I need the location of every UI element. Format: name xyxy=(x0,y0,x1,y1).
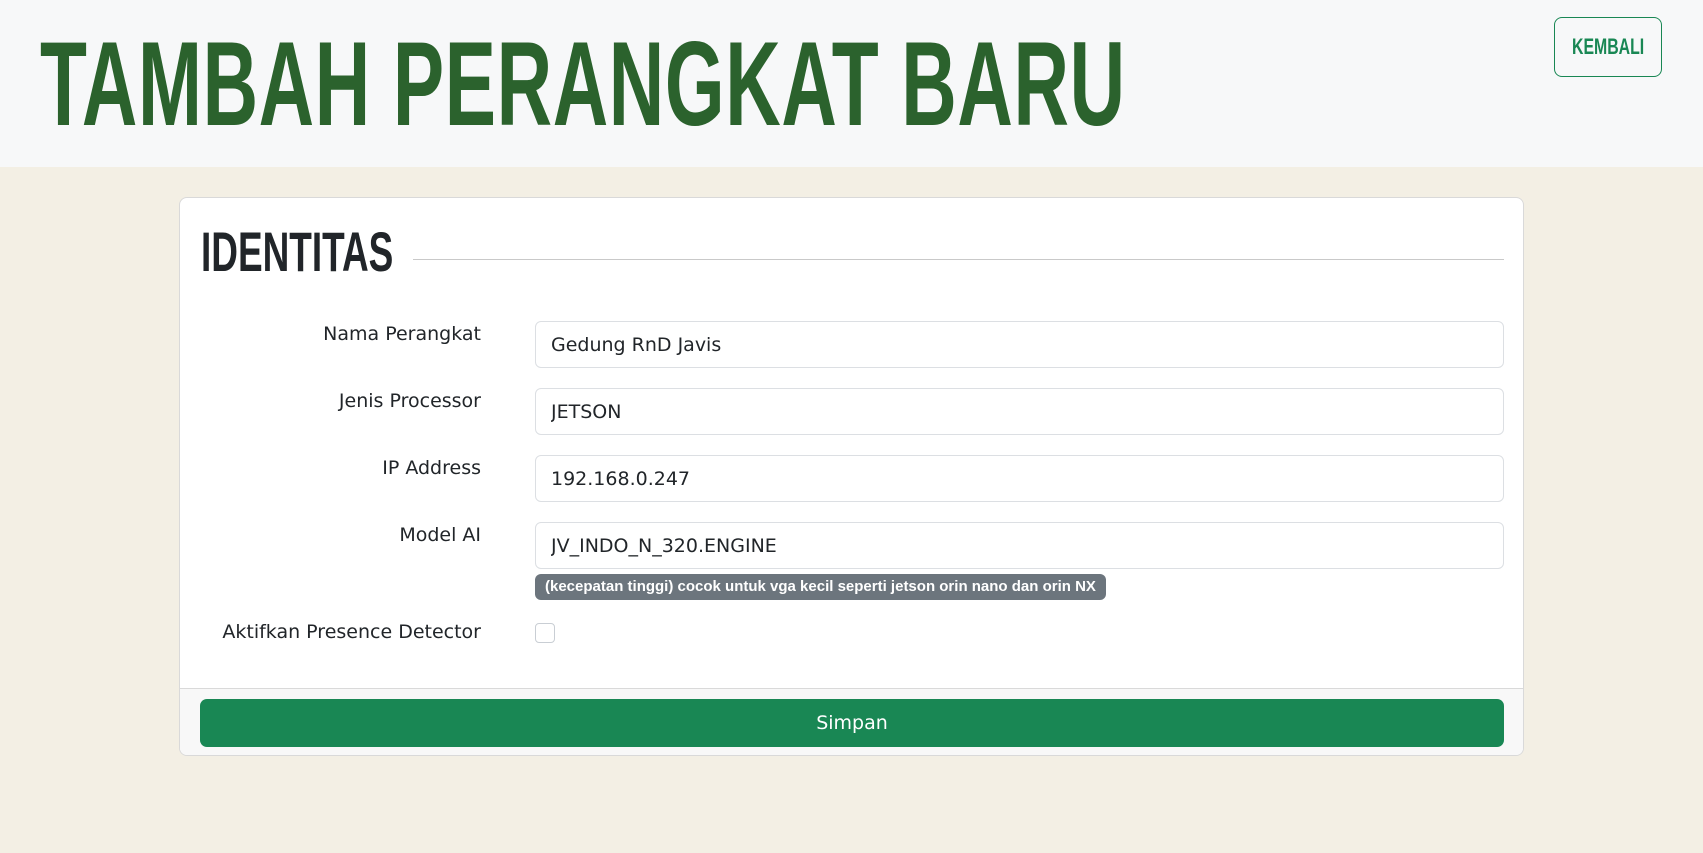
model-ai-label: Model AI xyxy=(399,524,481,546)
device-name-label: Nama Perangkat xyxy=(323,323,481,345)
page-title: TAMBAH PERANGKAT BARU xyxy=(40,17,1126,151)
presence-detector-label: Aktifkan Presence Detector xyxy=(222,621,481,643)
section-title: IDENTITAS xyxy=(201,220,394,283)
header-bar: TAMBAH PERANGKAT BARU KEMBALI xyxy=(0,0,1703,167)
card-footer: Simpan xyxy=(180,688,1523,755)
back-button-label: KEMBALI xyxy=(1571,34,1645,59)
section-divider xyxy=(413,259,1504,260)
device-form-card: IDENTITAS Nama Perangkat Jenis Processor… xyxy=(179,197,1524,756)
model-ai-input[interactable] xyxy=(535,522,1504,569)
save-button[interactable]: Simpan xyxy=(200,699,1504,747)
device-name-input[interactable] xyxy=(535,321,1504,368)
processor-type-input[interactable] xyxy=(535,388,1504,435)
ip-address-input[interactable] xyxy=(535,455,1504,502)
model-ai-hint-badge: (kecepatan tinggi) cocok untuk vga kecil… xyxy=(535,574,1106,600)
processor-type-label: Jenis Processor xyxy=(338,390,481,412)
back-button[interactable]: KEMBALI xyxy=(1554,17,1662,77)
ip-address-label: IP Address xyxy=(382,457,481,479)
presence-detector-checkbox[interactable] xyxy=(535,623,555,643)
